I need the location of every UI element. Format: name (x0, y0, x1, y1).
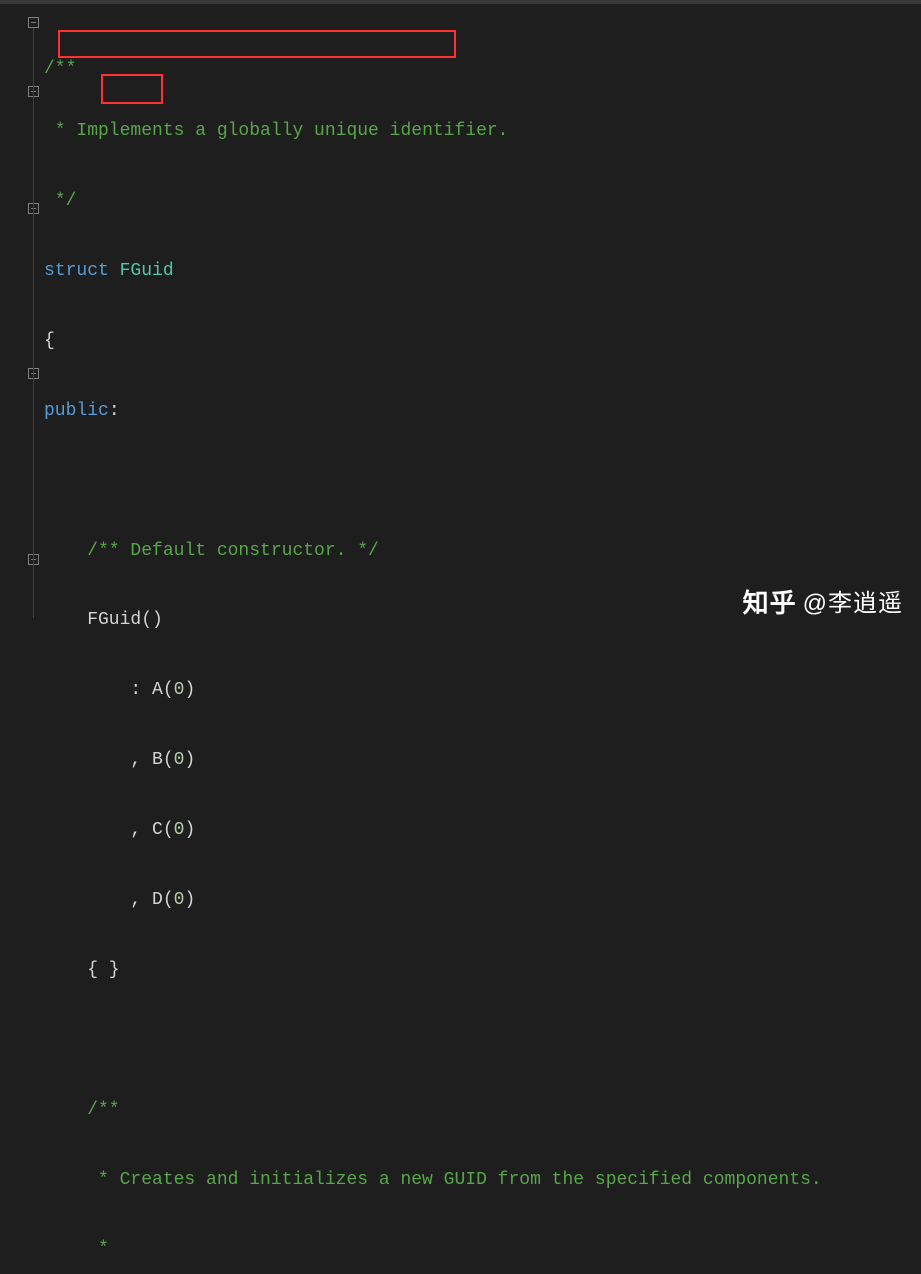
paren: ( (163, 890, 174, 910)
paren: ) (184, 890, 195, 910)
paren: ) (184, 680, 195, 700)
colon: : (109, 401, 120, 421)
braces: { } (44, 960, 120, 980)
number: 0 (174, 680, 185, 700)
brace: { (44, 331, 55, 351)
identifier: C (152, 820, 163, 840)
punct: , (44, 890, 152, 910)
punct: , (44, 750, 152, 770)
type-name: FGuid (120, 261, 174, 281)
watermark: 知乎 @李逍遥 (743, 592, 903, 615)
code-editor: /** * Implements a globally unique ident… (0, 0, 921, 637)
comment-text: Implements a globally unique identifier. (76, 121, 508, 141)
comment-text: * (44, 121, 76, 141)
identifier: FGuid (44, 610, 141, 630)
comment-text: /** (44, 1100, 120, 1120)
watermark-text: @李逍遥 (803, 592, 903, 615)
number: 0 (174, 750, 185, 770)
identifier: B (152, 750, 163, 770)
paren: ) (184, 820, 195, 840)
paren: ( (163, 680, 174, 700)
number: 0 (174, 820, 185, 840)
paren: ( (163, 820, 174, 840)
fold-gutter (0, 0, 40, 637)
number: 0 (174, 890, 185, 910)
comment-text: * (44, 1239, 109, 1259)
comment-text: */ (44, 191, 76, 211)
comment-text: /** Default constructor. */ (44, 541, 379, 561)
fold-toggle-icon[interactable] (28, 17, 39, 28)
punct: , (44, 820, 152, 840)
comment-text: * Creates and initializes a new GUID fro… (44, 1170, 822, 1190)
zhihu-logo-icon: 知乎 (743, 592, 797, 615)
identifier: A (152, 680, 163, 700)
identifier: D (152, 890, 163, 910)
paren: ) (184, 750, 195, 770)
paren: ( (163, 750, 174, 770)
keyword: public (44, 401, 109, 421)
punct: : (44, 680, 152, 700)
code-area[interactable]: /** * Implements a globally unique ident… (40, 0, 921, 637)
horizontal-scrollbar[interactable] (0, 0, 921, 4)
paren: () (141, 610, 163, 630)
comment-text: /** (44, 59, 76, 79)
keyword: struct (44, 261, 109, 281)
